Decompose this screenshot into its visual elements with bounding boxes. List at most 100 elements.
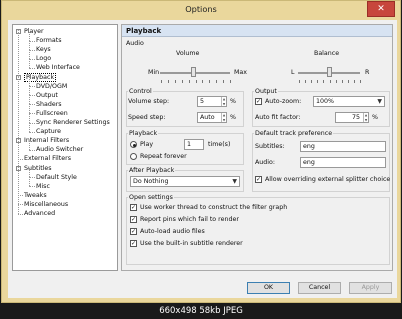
balance-slider-thumb[interactable] (326, 67, 332, 77)
after-playback-group-label: After Playback (128, 167, 176, 174)
volume-slider-thumb[interactable] (191, 67, 197, 77)
subtitles-value: eng (303, 143, 315, 150)
tree-item[interactable]: Tweaks (24, 191, 47, 200)
tree-item-label: Miscellaneous (24, 200, 69, 208)
autozoom-label: Auto-zoom: (265, 98, 302, 105)
tree-item-label: Internal Filters (24, 137, 70, 145)
slider-tick (209, 80, 211, 83)
slider-tick (223, 80, 225, 83)
play-radio[interactable] (130, 141, 137, 148)
title-bar: Options ✕ (2, 1, 400, 19)
apply-button[interactable]: Apply (349, 282, 392, 294)
tree-item-label: Web Interface (36, 64, 80, 72)
ok-button[interactable]: OK (247, 282, 290, 294)
tree-connector (29, 104, 30, 114)
tree-item[interactable]: Miscellaneous (24, 200, 68, 209)
autozoom-select[interactable]: 100% ▼ (313, 96, 385, 107)
repeat-forever-radio[interactable] (130, 153, 137, 160)
volume-step-input[interactable]: 5 ▲ ▼ (197, 96, 227, 107)
speed-step-label: Speed step: (128, 114, 166, 121)
playback-panel: Playback Audio Volume Min Max Balance L … (121, 24, 393, 271)
tree-item[interactable]: Fullscreen (36, 109, 68, 118)
slider-tick (329, 80, 331, 83)
slider-tick (305, 80, 307, 83)
times-label: time(s) (208, 141, 231, 148)
tree-item[interactable]: Capture (36, 127, 61, 136)
auto-load-audio-checkbox[interactable]: ✓ (130, 228, 137, 235)
slider-tick (360, 80, 361, 83)
balance-label: Balance (314, 50, 340, 57)
tree-item-label: Formats (36, 37, 62, 45)
slider-tick (216, 80, 218, 83)
tree-connector (29, 122, 30, 132)
tree-item[interactable]: Sync Renderer Settings (36, 118, 110, 127)
tree-connector (29, 77, 30, 87)
tree-item[interactable]: Advanced (24, 209, 55, 218)
builtin-subtitle-renderer-checkbox[interactable]: ✓ (130, 240, 137, 247)
speed-step-value: Auto (200, 114, 215, 121)
close-icon[interactable]: ✕ (367, 1, 395, 17)
spin-arrows-icon[interactable]: ▲ ▼ (221, 113, 226, 122)
worker-thread-label: Use worker thread to construct the filte… (140, 204, 288, 211)
tree-item[interactable]: Keys (36, 45, 51, 54)
tree-connector (29, 177, 30, 187)
track-preference-group-label: Default track preference (254, 130, 334, 137)
autofit-input[interactable]: 75 ▲ ▼ (335, 112, 369, 123)
speed-step-unit: % (230, 114, 236, 121)
tree-connector (29, 67, 35, 69)
play-label: Play (140, 141, 154, 148)
slider-tick (341, 80, 343, 83)
tree-item-label: Audio Switcher (36, 146, 84, 154)
tree-connector (29, 131, 35, 133)
slider-tick (230, 80, 231, 83)
window-title: Options (185, 4, 217, 14)
speed-step-input[interactable]: Auto ▲ ▼ (197, 112, 227, 123)
slider-tick (323, 80, 325, 83)
balance-l-label: L (291, 69, 295, 76)
spin-arrows-icon[interactable]: ▲ ▼ (363, 113, 368, 122)
slider-tick (347, 80, 349, 83)
tree-item[interactable]: Internal Filters (24, 136, 69, 145)
tree-item[interactable]: External Filters (24, 154, 71, 163)
tree-item-label: Keys (36, 46, 51, 54)
tree-item-label: Player (24, 28, 44, 35)
tree-item-label: Capture (36, 128, 62, 136)
options-tree[interactable]: Player - Formats Keys Logo Web Interface Playb… (12, 24, 118, 271)
chevron-down-icon: ▼ (377, 98, 382, 105)
worker-thread-checkbox[interactable]: ✓ (130, 204, 137, 211)
tree-item[interactable]: Output (36, 91, 58, 100)
override-splitter-checkbox[interactable]: ✓ (255, 176, 262, 183)
tree-item[interactable]: Audio Switcher (36, 145, 83, 154)
tree-connector (29, 95, 30, 105)
image-info-caption: 660x498 58kb JPEG (0, 303, 402, 319)
report-pins-checkbox[interactable]: ✓ (130, 216, 137, 223)
slider-tick (195, 80, 197, 83)
output-group-label: Output (254, 88, 278, 95)
tree-item[interactable]: DVD/OGM (36, 82, 67, 91)
autozoom-checkbox[interactable]: ✓ (255, 98, 262, 105)
slider-tick (174, 80, 176, 83)
tree-connector (29, 40, 30, 50)
tree-item[interactable]: Formats (36, 36, 61, 45)
tree-item[interactable]: Logo (36, 54, 51, 63)
autozoom-value: 100% (316, 98, 335, 105)
after-playback-select[interactable]: Do Nothing ▼ (130, 176, 240, 187)
audio-lang-input[interactable]: eng (300, 157, 386, 168)
tree-item[interactable]: Default Style (36, 173, 77, 182)
tree-item[interactable]: Misc (36, 182, 50, 191)
control-group-label: Control (128, 88, 153, 95)
tree-item[interactable]: Player (24, 27, 44, 36)
spin-arrows-icon[interactable]: ▲ ▼ (221, 97, 226, 106)
auto-load-audio-label: Auto-load audio files (140, 228, 205, 235)
audio-group (126, 44, 390, 90)
panel-title: Playback (122, 25, 392, 37)
repeat-forever-label: Repeat forever (140, 153, 187, 160)
autofit-unit: % (372, 114, 378, 121)
tree-item[interactable]: Web Interface (36, 63, 80, 72)
play-times-input[interactable]: 1 (184, 139, 204, 150)
tree-item[interactable]: Shaders (36, 100, 62, 109)
slider-tick (167, 80, 169, 83)
subtitles-input[interactable]: eng (300, 141, 386, 152)
tree-item-label: Tweaks (24, 191, 47, 199)
cancel-button[interactable]: Cancel (298, 282, 341, 294)
